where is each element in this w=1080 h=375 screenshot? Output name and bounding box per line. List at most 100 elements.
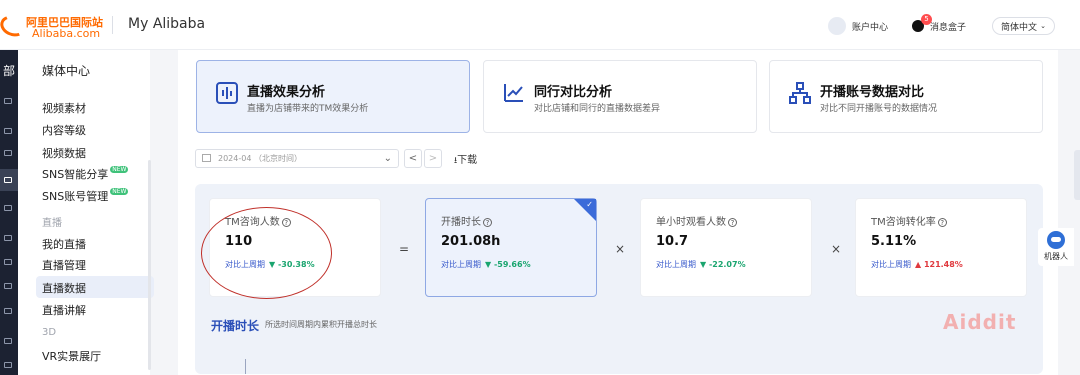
sidebar-item-sns-accounts[interactable]: SNS账号管理 NEW	[42, 188, 129, 204]
new-badge: NEW	[110, 188, 129, 195]
tab-subtitle: 直播为店铺带来的TM效果分析	[247, 104, 369, 114]
bar-chart-icon	[216, 82, 238, 104]
check-icon: ✓	[586, 200, 593, 209]
download-label: 下载	[457, 155, 478, 166]
message-box-icon: 5	[912, 14, 932, 32]
date-picker[interactable]: 2024-04 （北京时间） ⌄	[195, 149, 399, 168]
language-label: 简体中文	[1001, 22, 1038, 33]
rail-icon-1[interactable]	[4, 98, 12, 104]
sidebar-item-my-live[interactable]: 我的直播	[42, 236, 86, 252]
help-icon[interactable]: ?	[937, 218, 947, 227]
robot-assistant-button[interactable]: 机器人	[1038, 228, 1074, 266]
multiply-operator: ×	[615, 242, 626, 256]
new-badge: NEW	[110, 166, 129, 173]
rail-top-label[interactable]: 部	[0, 62, 18, 79]
tab-subtitle: 对比店铺和同行的直播数据差异	[534, 104, 661, 114]
metric-value: 201.08h	[441, 234, 501, 249]
language-select[interactable]: 简体中文 ⌄	[992, 17, 1055, 35]
metric-compare: 对比上周期 ▼ -59.66%	[441, 260, 531, 269]
tab-title: 开播账号数据对比	[820, 85, 925, 100]
main-panel: 直播效果分析 直播为店铺带来的TM效果分析 同行对比分析 对比店铺和同行的直播数…	[178, 50, 1058, 375]
metric-label: TM咨询转化率?	[871, 213, 947, 228]
tab-live-effect[interactable]: 直播效果分析 直播为店铺带来的TM效果分析	[196, 60, 470, 133]
sidebar-item-video-assets[interactable]: 视频素材	[42, 100, 86, 116]
rail-icon-7[interactable]	[4, 259, 12, 265]
header-divider	[112, 16, 113, 34]
sidebar-group-3d: 3D	[42, 327, 57, 338]
chart-axis-line	[245, 359, 246, 374]
metric-value: 10.7	[656, 234, 689, 249]
alibaba-logo[interactable]: 阿里巴巴国际站 Alibaba.com	[0, 12, 110, 42]
watermark-text: Aiddit	[943, 310, 1017, 334]
rail-icon-4[interactable]	[4, 177, 12, 183]
tab-peer-compare[interactable]: 同行对比分析 对比店铺和同行的直播数据差异	[483, 60, 757, 133]
nav-rail: 部	[0, 50, 18, 375]
trend-line-icon	[504, 84, 523, 102]
download-button[interactable]: ⭳下载	[454, 151, 477, 169]
rail-icon-5[interactable]	[4, 205, 12, 211]
sidebar-item-sns-accounts-label: SNS账号管理	[42, 190, 109, 203]
robot-label: 机器人	[1044, 252, 1068, 261]
rail-icon-3[interactable]	[4, 150, 12, 156]
sidebar-item-live-manage[interactable]: 直播管理	[42, 257, 86, 273]
rail-icon-6[interactable]	[4, 235, 12, 241]
robot-icon	[1047, 231, 1065, 249]
sidebar-item-sns-share[interactable]: SNS智能分享 NEW	[42, 166, 129, 182]
rail-icon-8[interactable]	[4, 283, 12, 289]
metric-change: ▲ 121.48%	[915, 260, 963, 269]
metric-card-hourly-viewers[interactable]: 单小时观看人数? 10.7 对比上周期 ▼ -22.07%	[640, 198, 812, 297]
metric-compare: 对比上周期 ▼ -22.07%	[656, 260, 746, 269]
top-header: 阿里巴巴国际站 Alibaba.com My Alibaba 账户中心 5 消息…	[0, 0, 1080, 50]
logo-en-text: Alibaba.com	[32, 27, 101, 40]
prev-period-button[interactable]: <	[404, 149, 422, 168]
rail-icon-11[interactable]	[4, 362, 12, 368]
metric-label: 开播时长?	[441, 213, 492, 228]
sidebar-item-vr-showroom[interactable]: VR实景展厅	[42, 348, 101, 364]
tab-title: 同行对比分析	[534, 85, 613, 100]
chevron-down-icon: ⌄	[383, 153, 392, 164]
metric-change: ▼ -59.66%	[485, 260, 531, 269]
metric-card-conversion-rate[interactable]: TM咨询转化率? 5.11% 对比上周期 ▲ 121.48%	[855, 198, 1027, 297]
sidebar-item-live-data[interactable]: 直播数据	[42, 280, 86, 296]
message-count-badge: 5	[921, 14, 932, 25]
rail-icon-10[interactable]	[4, 338, 12, 344]
metric-label: 单小时观看人数?	[656, 213, 737, 228]
equals-operator: =	[399, 242, 410, 256]
app-title[interactable]: My Alibaba	[128, 16, 205, 32]
hierarchy-icon	[789, 82, 811, 104]
tab-title: 直播效果分析	[247, 85, 326, 100]
sidebar-section-media[interactable]: 媒体中心	[42, 62, 90, 79]
account-center-link[interactable]: 账户中心	[828, 16, 888, 36]
rail-icon-9[interactable]	[4, 308, 12, 314]
sidebar-scrollbar[interactable]	[148, 160, 151, 370]
sidebar: 媒体中心 视频素材 内容等级 视频数据 SNS智能分享 NEW SNS账号管理 NE…	[18, 50, 154, 375]
account-center-label: 账户中心	[852, 22, 889, 33]
tab-account-compare[interactable]: 开播账号数据对比 对比不同开播账号的数据情况	[769, 60, 1043, 133]
metric-card-tm-inquiries[interactable]: TM咨询人数? 110 对比上周期 ▼ -30.38%	[201, 198, 381, 299]
section-title: 开播时长	[211, 319, 260, 333]
date-picker-value: 2024-04 （北京时间）	[218, 154, 302, 163]
sidebar-item-sns-share-label: SNS智能分享	[42, 168, 109, 181]
message-box-label: 消息盒子	[930, 22, 967, 33]
metric-value: 5.11%	[871, 234, 917, 249]
sidebar-item-live-explain[interactable]: 直播讲解	[42, 302, 86, 318]
rail-icon-2[interactable]	[4, 128, 12, 134]
metric-change: ▼ -22.07%	[700, 260, 746, 269]
metrics-panel: TM咨询人数? 110 对比上周期 ▼ -30.38% = ✓ 开播时长? 201…	[195, 184, 1043, 374]
annotation-red-circle	[201, 207, 332, 299]
help-icon[interactable]: ?	[483, 218, 492, 227]
multiply-operator: ×	[831, 242, 842, 256]
side-feedback-tab[interactable]	[1074, 150, 1080, 200]
tab-subtitle: 对比不同开播账号的数据情况	[820, 104, 938, 114]
avatar-icon	[828, 17, 846, 35]
help-icon[interactable]: ?	[728, 218, 737, 227]
metric-compare: 对比上周期 ▲ 121.48%	[871, 260, 963, 269]
sidebar-item-video-data[interactable]: 视频数据	[42, 145, 86, 161]
message-box-link[interactable]: 5 消息盒子	[912, 14, 967, 36]
section-subtitle: 所选时间周期内累积开播总时长	[265, 320, 377, 329]
sidebar-item-content-level[interactable]: 内容等级	[42, 122, 86, 138]
metric-card-live-duration[interactable]: ✓ 开播时长? 201.08h 对比上周期 ▼ -59.66%	[425, 198, 597, 297]
calendar-icon	[202, 154, 211, 162]
next-period-button[interactable]: >	[424, 149, 442, 168]
sidebar-group-live: 直播	[42, 218, 62, 229]
